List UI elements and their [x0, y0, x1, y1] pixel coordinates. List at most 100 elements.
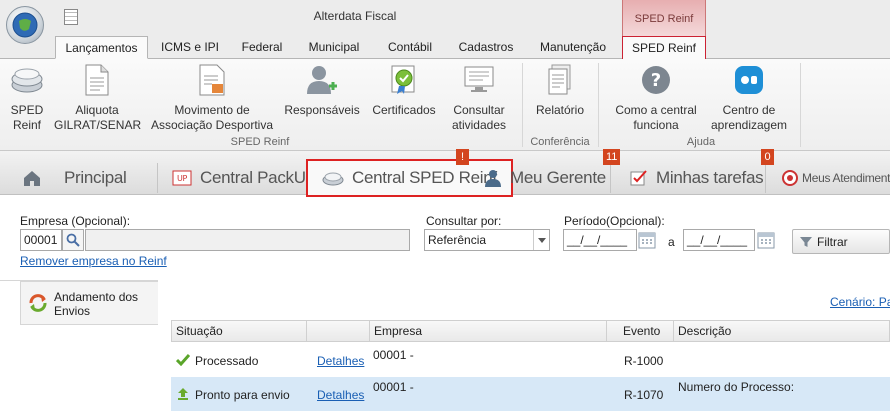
sped-reinf-icon — [10, 63, 44, 97]
tab-manutencao[interactable]: Manutenção — [530, 36, 616, 59]
consultar-atividades-button[interactable]: Consultar atividades — [446, 63, 512, 133]
tab-minhas-tarefas-label: Minhas tarefas — [656, 168, 764, 187]
filter-icon — [800, 237, 812, 247]
centro-aprendizagem-label: Centro de aprendizagem — [710, 103, 788, 132]
monitor-icon — [462, 63, 496, 97]
ribbon-tabs: Lançamentos ICMS e IPI Federal Municipal… — [0, 36, 890, 59]
tab-lancamentos[interactable]: Lançamentos — [55, 36, 148, 59]
column-header-empresa[interactable]: Empresa — [370, 321, 607, 341]
tab-central-packup[interactable]: UP Central PackUp — [172, 161, 315, 195]
situacao-cell: Processado — [195, 354, 259, 368]
tab-central-sped-reinf[interactable]: Central SPED Reinf — [306, 159, 513, 197]
document-icon — [80, 63, 114, 97]
tab-sped-reinf[interactable]: SPED Reinf — [622, 36, 706, 59]
relatorio-button[interactable]: Relatório — [528, 63, 592, 118]
detalhes-link[interactable]: Detalhes — [317, 354, 364, 368]
sped-reinf-label: SPED Reinf — [10, 103, 44, 132]
empresa-cell: 00001 - — [373, 380, 414, 394]
tab-principal-label: Principal — [64, 168, 127, 187]
evento-cell: R-1070 — [624, 388, 664, 402]
empresa-code-field[interactable]: 00001 — [20, 229, 62, 251]
tab-federal[interactable]: Federal — [232, 36, 292, 59]
learning-center-icon — [732, 63, 766, 97]
andamento-envios-label: Andamento dos Envios — [54, 290, 139, 318]
tab-separator — [157, 163, 158, 193]
tab-minhas-tarefas[interactable]: Minhas tarefas — [630, 161, 764, 195]
cenario-link[interactable]: Cenário: Pa — [830, 295, 890, 309]
tab-principal[interactable]: Principal — [22, 161, 127, 195]
report-icon — [543, 63, 577, 97]
evento-cell: R-1000 — [624, 354, 664, 368]
consultar-atividades-label: Consultar atividades — [451, 103, 507, 132]
tab-contabil[interactable]: Contábil — [376, 36, 444, 59]
search-icon — [66, 233, 80, 247]
consultar-por-select[interactable]: Referência — [424, 229, 550, 251]
tab-municipal[interactable]: Municipal — [296, 36, 372, 59]
tab-cadastros[interactable]: Cadastros — [448, 36, 524, 59]
movimento-label: Movimento de Associação Desportiva — [150, 103, 274, 132]
tab-meu-gerente[interactable]: Meu Gerente — [484, 161, 606, 195]
date-to-field[interactable]: __/__/____ — [683, 229, 755, 251]
tab-meus-atendimentos[interactable]: Meus Atendiment — [782, 161, 890, 195]
group-separator — [522, 63, 523, 147]
check-icon — [176, 354, 190, 366]
support-icon — [782, 170, 798, 186]
sped-reinf-button[interactable]: SPED Reinf — [4, 63, 50, 133]
filtrar-label: Filtrar — [817, 234, 848, 249]
tab-icms-ipi[interactable]: ICMS e IPI — [150, 36, 230, 59]
tab-central-packup-label: Central PackUp — [200, 168, 315, 187]
calendar-icon[interactable] — [638, 231, 656, 249]
grid-header: Situação Empresa Evento Descrição — [171, 320, 890, 342]
detalhes-link[interactable]: Detalhes — [317, 388, 364, 402]
aliquota-label: Aliquota GILRAT/SENAR — [54, 103, 142, 132]
certificados-button[interactable]: Certificados — [366, 63, 442, 118]
aliquota-button[interactable]: Aliquota GILRAT/SENAR — [54, 63, 142, 133]
empresa-search-button[interactable] — [62, 229, 84, 251]
andamento-envios-item[interactable]: Andamento dos Envios — [20, 281, 158, 325]
group-label-sped-reinf: SPED Reinf — [230, 136, 290, 148]
relatorio-label: Relatório — [535, 103, 585, 117]
home-icon — [22, 169, 42, 187]
responsaveis-button[interactable]: Responsáveis — [284, 63, 360, 118]
certificate-icon — [387, 63, 421, 97]
responsaveis-label: Responsáveis — [284, 103, 360, 117]
refresh-arrow-icon — [29, 294, 47, 312]
movimento-button[interactable]: Movimento de Associação Desportiva — [150, 63, 274, 133]
upload-arrow-icon — [178, 388, 188, 400]
column-header-evento[interactable]: Evento — [607, 321, 674, 341]
document-chart-icon — [195, 63, 229, 97]
ribbon-panel: SPED Reinf Aliquota GILRAT/SENAR Movimen… — [0, 59, 890, 151]
tab-meus-atendimentos-label: Meus Atendiment — [802, 171, 890, 185]
tab-separator — [765, 163, 766, 193]
group-separator — [598, 63, 599, 147]
table-row[interactable]: Processado Detalhes 00001 - R-1000 — [171, 343, 890, 377]
app-menu-button[interactable] — [6, 6, 44, 44]
app-logo-icon — [12, 12, 38, 38]
empresa-label: Empresa (Opcional): — [20, 214, 131, 228]
checkbox-icon — [630, 169, 648, 187]
count-badge: 11 — [603, 149, 621, 165]
table-row[interactable]: Pronto para envio Detalhes 00001 - R-107… — [171, 377, 890, 411]
situacao-cell: Pronto para envio — [195, 388, 290, 402]
tab-separator — [610, 163, 611, 193]
consultar-por-label: Consultar por: — [426, 214, 502, 228]
period-separator-label: a — [668, 235, 675, 249]
context-tab-header: SPED Reinf — [622, 0, 706, 36]
calendar-icon[interactable] — [757, 231, 775, 249]
group-label-conferencia: Conferência — [530, 136, 590, 148]
user-icon — [484, 169, 502, 187]
centro-aprendizagem-button[interactable]: Centro de aprendizagem — [706, 63, 792, 133]
help-icon: ? — [639, 63, 673, 97]
descricao-cell: Numero do Processo: — [678, 380, 795, 394]
column-header-descricao[interactable]: Descrição — [674, 321, 890, 341]
sped-reinf-icon — [322, 170, 344, 186]
como-central-funciona-button[interactable]: ? Como a central funciona — [610, 63, 702, 133]
filtrar-button[interactable]: Filtrar — [792, 229, 890, 254]
group-separator — [800, 63, 801, 147]
date-from-field[interactable]: __/__/____ — [563, 229, 637, 251]
column-header-situacao[interactable]: Situação — [172, 321, 307, 341]
chevron-down-icon[interactable] — [533, 230, 549, 250]
count-badge: 0 — [761, 149, 774, 165]
remove-empresa-link[interactable]: Remover empresa no Reinf — [20, 254, 167, 268]
como-central-funciona-label: Como a central funciona — [615, 103, 697, 132]
